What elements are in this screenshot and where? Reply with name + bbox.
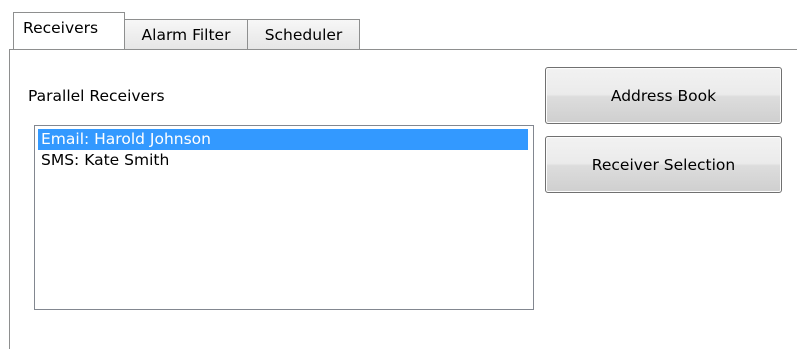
parallel-receivers-label: Parallel Receivers xyxy=(28,87,165,105)
tab-alarm-filter-label: Alarm Filter xyxy=(141,25,231,44)
receivers-dialog: Receivers Alarm Filter Scheduler Paralle… xyxy=(0,0,797,349)
tab-alarm-filter[interactable]: Alarm Filter xyxy=(124,19,248,49)
list-item[interactable]: Email: Harold Johnson xyxy=(38,129,528,150)
address-book-button[interactable]: Address Book xyxy=(545,67,782,124)
parallel-receivers-list[interactable]: Email: Harold Johnson SMS: Kate Smith xyxy=(34,125,534,310)
list-item[interactable]: SMS: Kate Smith xyxy=(38,150,530,171)
tab-strip: Receivers Alarm Filter Scheduler xyxy=(13,12,360,49)
tab-scheduler-label: Scheduler xyxy=(264,25,343,44)
receiver-selection-button[interactable]: Receiver Selection xyxy=(545,136,782,193)
tab-receivers-label: Receivers xyxy=(23,19,99,37)
tab-scheduler[interactable]: Scheduler xyxy=(247,19,360,49)
tab-receivers[interactable]: Receivers xyxy=(13,12,125,49)
